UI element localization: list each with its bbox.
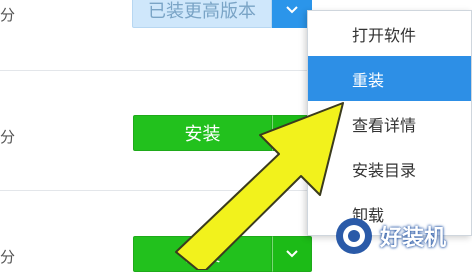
menu-item-install-directory[interactable]: 安装目录 <box>308 146 471 191</box>
install-button[interactable]: 安装 <box>133 236 272 272</box>
watermark-logo: 好装机 <box>334 216 446 256</box>
installed-higher-version-button[interactable]: 已装更高版本 <box>132 0 272 28</box>
chevron-down-icon <box>286 6 298 14</box>
row-3-dropdown-button[interactable] <box>272 236 312 272</box>
context-menu: 打开软件 重装 查看详情 安装目录 卸载 <box>307 10 472 236</box>
install-button[interactable]: 安装 <box>133 115 272 151</box>
menu-item-open-software[interactable]: 打开软件 <box>308 11 471 56</box>
row-1-label: 分 <box>0 7 16 24</box>
menu-item-view-details[interactable]: 查看详情 <box>308 101 471 146</box>
row-1-dropdown-button[interactable] <box>272 0 312 28</box>
row-2-dropdown-button[interactable] <box>272 115 312 151</box>
row-2-label: 分 <box>0 129 16 146</box>
watermark-text: 好装机 <box>380 225 447 250</box>
row-3-button-group: 安装 <box>133 236 312 272</box>
row-1-button-group: 已装更高版本 <box>132 0 312 28</box>
chevron-down-icon <box>286 250 298 258</box>
menu-item-reinstall[interactable]: 重装 <box>308 56 471 101</box>
row-2-button-group: 安装 <box>133 115 312 151</box>
haozhuangji-logo-icon <box>336 218 372 254</box>
chevron-down-icon <box>286 129 298 137</box>
row-3-label: 分 <box>0 249 16 266</box>
